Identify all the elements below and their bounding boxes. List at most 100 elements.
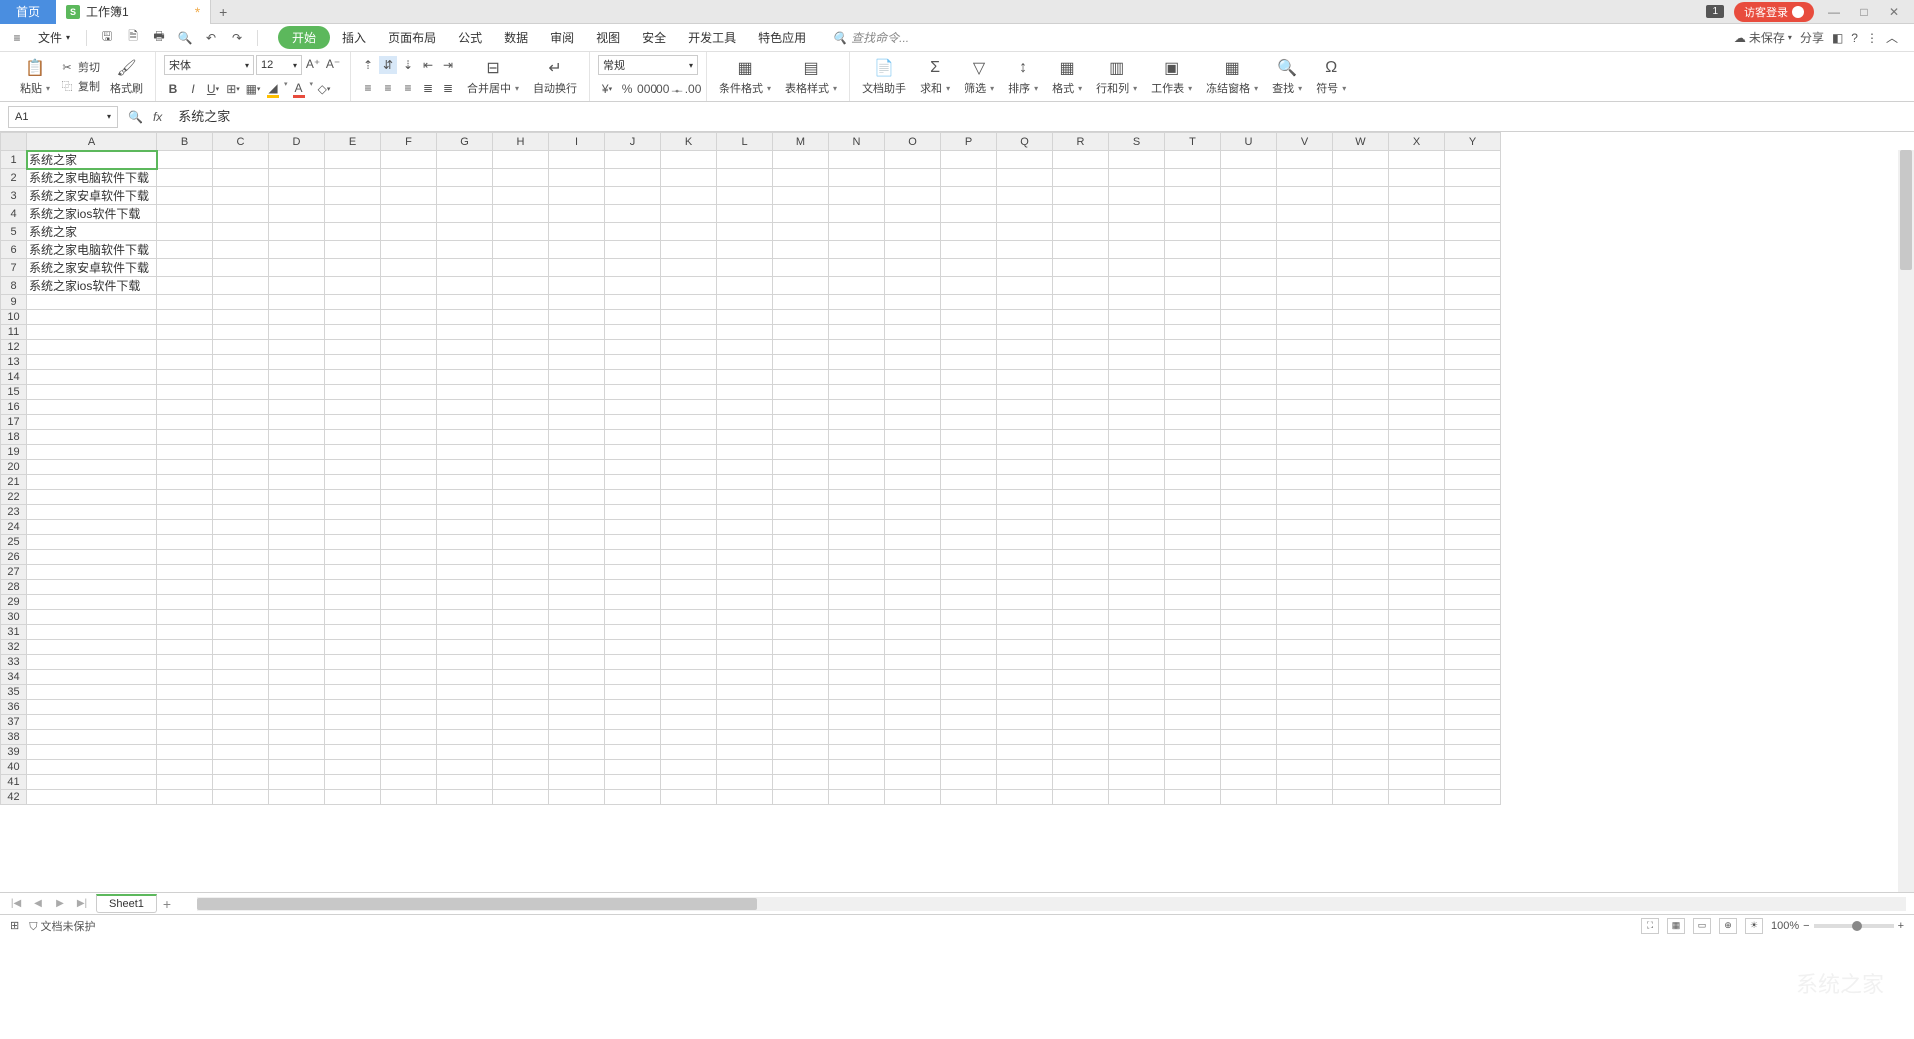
cell-I19[interactable] [549,445,605,460]
cell-P36[interactable] [941,700,997,715]
cell-N20[interactable] [829,460,885,475]
cell-O36[interactable] [885,700,941,715]
cell-C17[interactable] [213,415,269,430]
cell-N24[interactable] [829,520,885,535]
cell-R21[interactable] [1053,475,1109,490]
cell-J23[interactable] [605,505,661,520]
cell-E2[interactable] [325,169,381,187]
row-header-1[interactable]: 1 [1,151,27,169]
cell-X33[interactable] [1389,655,1445,670]
cell-J37[interactable] [605,715,661,730]
cell-A30[interactable] [27,610,157,625]
cell-S20[interactable] [1109,460,1165,475]
cell-S5[interactable] [1109,223,1165,241]
cell-G5[interactable] [437,223,493,241]
cell-D19[interactable] [269,445,325,460]
cell-S37[interactable] [1109,715,1165,730]
cell-J4[interactable] [605,205,661,223]
cell-H9[interactable] [493,295,549,310]
cell-J12[interactable] [605,340,661,355]
cell-Y41[interactable] [1445,775,1501,790]
cell-G28[interactable] [437,580,493,595]
cell-Q40[interactable] [997,760,1053,775]
share-button[interactable]: 分享 [1800,29,1824,46]
cell-K17[interactable] [661,415,717,430]
cell-W22[interactable] [1333,490,1389,505]
cell-D4[interactable] [269,205,325,223]
cell-F34[interactable] [381,670,437,685]
cell-K22[interactable] [661,490,717,505]
cell-I35[interactable] [549,685,605,700]
cell-D16[interactable] [269,400,325,415]
cell-T6[interactable] [1165,241,1221,259]
cell-D1[interactable] [269,151,325,169]
cell-J32[interactable] [605,640,661,655]
cell-J11[interactable] [605,325,661,340]
cell-V20[interactable] [1277,460,1333,475]
cell-I9[interactable] [549,295,605,310]
cell-X13[interactable] [1389,355,1445,370]
cell-J15[interactable] [605,385,661,400]
cell-K13[interactable] [661,355,717,370]
cell-J5[interactable] [605,223,661,241]
sort-button[interactable]: ↕排序 [1004,52,1042,101]
cell-V37[interactable] [1277,715,1333,730]
cell-S13[interactable] [1109,355,1165,370]
cell-F35[interactable] [381,685,437,700]
cell-U28[interactable] [1221,580,1277,595]
cell-F3[interactable] [381,187,437,205]
cell-C37[interactable] [213,715,269,730]
cell-P12[interactable] [941,340,997,355]
cell-S2[interactable] [1109,169,1165,187]
cell-C25[interactable] [213,535,269,550]
cell-P28[interactable] [941,580,997,595]
cell-G40[interactable] [437,760,493,775]
cell-F32[interactable] [381,640,437,655]
cell-L7[interactable] [717,259,773,277]
cell-I31[interactable] [549,625,605,640]
cell-N1[interactable] [829,151,885,169]
ribbon-tab-4[interactable]: 数据 [494,26,538,49]
cell-K26[interactable] [661,550,717,565]
cell-G27[interactable] [437,565,493,580]
cell-N36[interactable] [829,700,885,715]
cell-I32[interactable] [549,640,605,655]
cell-P38[interactable] [941,730,997,745]
cell-G19[interactable] [437,445,493,460]
cell-Q37[interactable] [997,715,1053,730]
collapse-ribbon-button[interactable]: ︿ [1886,29,1898,46]
cell-K25[interactable] [661,535,717,550]
cell-M34[interactable] [773,670,829,685]
cell-E40[interactable] [325,760,381,775]
cell-W27[interactable] [1333,565,1389,580]
cell-F5[interactable] [381,223,437,241]
cell-I3[interactable] [549,187,605,205]
cell-X16[interactable] [1389,400,1445,415]
cell-E18[interactable] [325,430,381,445]
cell-X24[interactable] [1389,520,1445,535]
cell-S12[interactable] [1109,340,1165,355]
cell-E32[interactable] [325,640,381,655]
cell-N5[interactable] [829,223,885,241]
cell-J7[interactable] [605,259,661,277]
cell-V17[interactable] [1277,415,1333,430]
cell-L15[interactable] [717,385,773,400]
cell-R19[interactable] [1053,445,1109,460]
column-header-U[interactable]: U [1221,133,1277,151]
cell-R1[interactable] [1053,151,1109,169]
align-center-button[interactable]: ≡ [379,79,397,97]
cell-D11[interactable] [269,325,325,340]
cell-L28[interactable] [717,580,773,595]
scrollbar-thumb[interactable] [197,898,757,910]
row-header-32[interactable]: 32 [1,640,27,655]
cell-J20[interactable] [605,460,661,475]
cell-O11[interactable] [885,325,941,340]
cell-A22[interactable] [27,490,157,505]
cell-T15[interactable] [1165,385,1221,400]
cell-E16[interactable] [325,400,381,415]
cell-J39[interactable] [605,745,661,760]
cell-B30[interactable] [157,610,213,625]
cell-L41[interactable] [717,775,773,790]
cell-Q36[interactable] [997,700,1053,715]
cell-G20[interactable] [437,460,493,475]
